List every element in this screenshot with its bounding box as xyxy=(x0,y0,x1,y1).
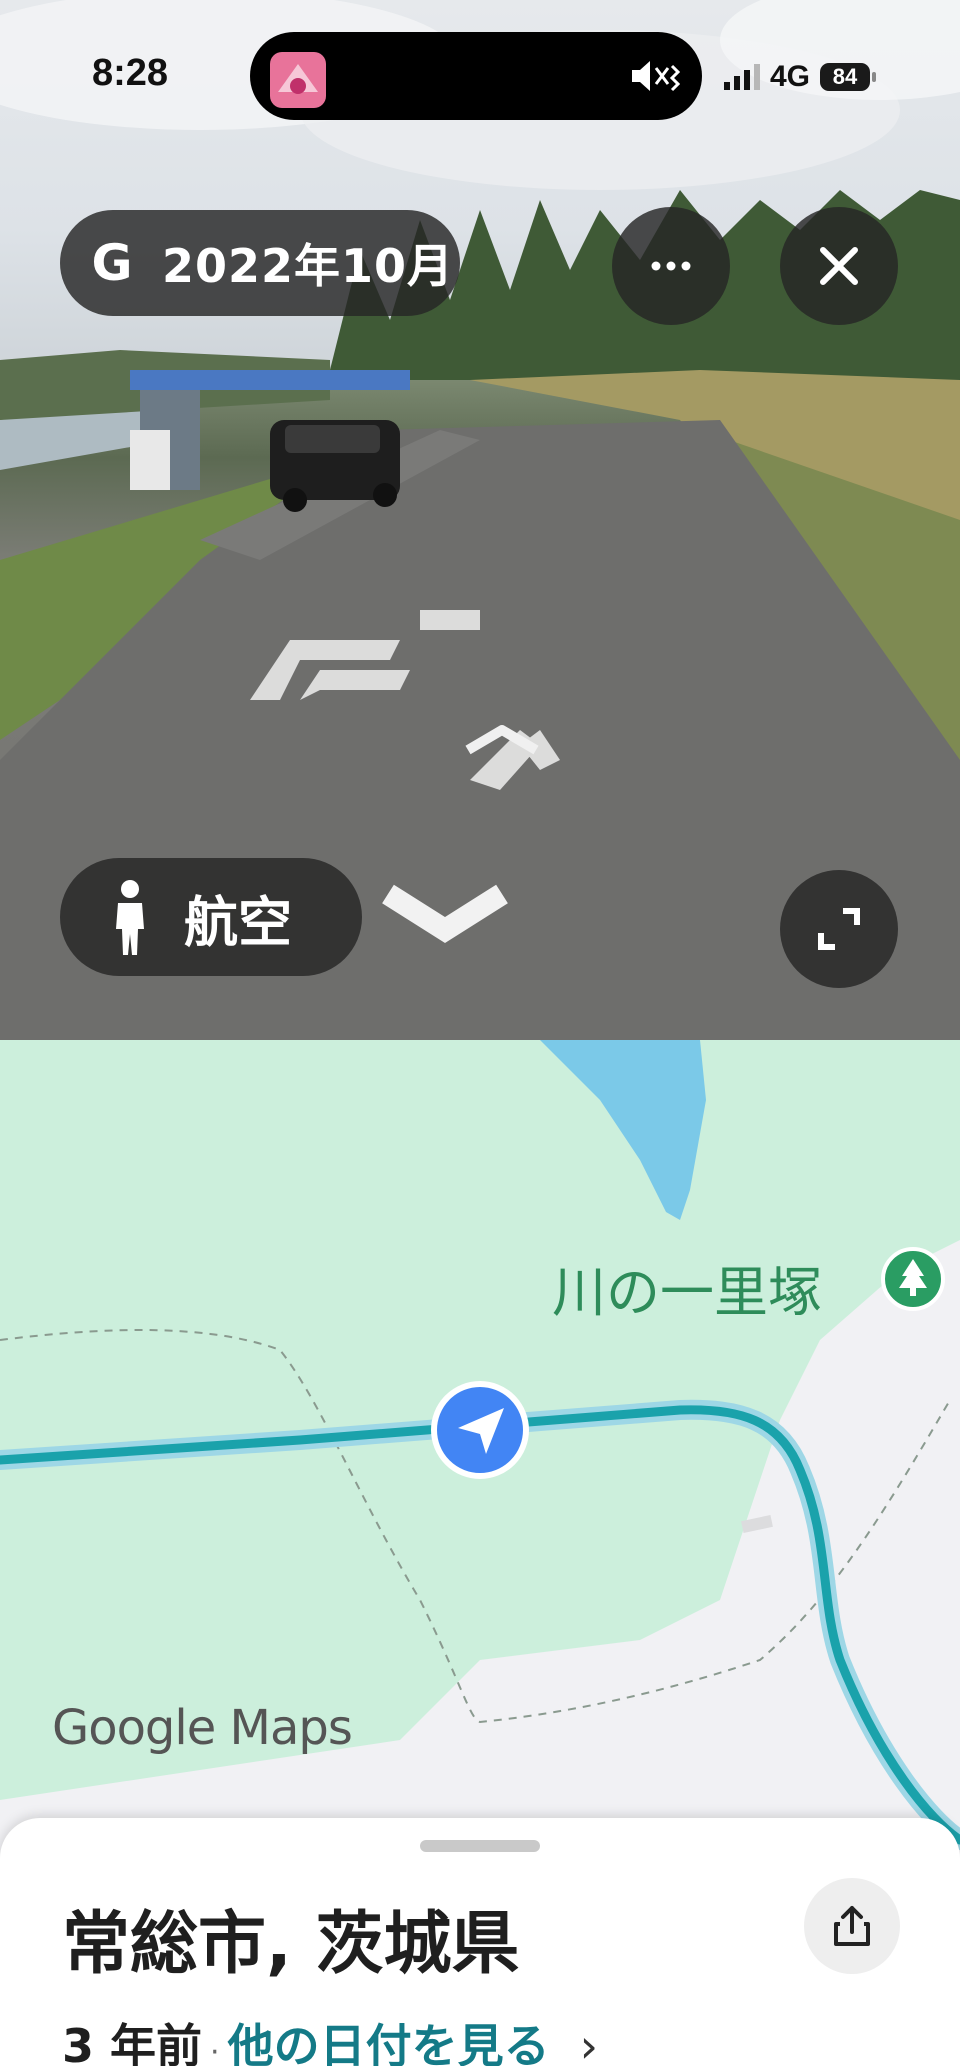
speaker-muted-icon xyxy=(632,61,680,92)
poi-label[interactable]: 川の一里塚 xyxy=(552,1248,822,1327)
share-icon xyxy=(834,1906,870,1946)
move-backward-chevron[interactable] xyxy=(380,880,510,950)
separator-dot: · xyxy=(210,2035,220,2066)
aerial-view-button[interactable]: 航空 xyxy=(60,858,362,976)
close-icon xyxy=(820,247,858,285)
screen: G 2022年10月 航空 8:28 4G 84 川の一里塚 Google Ma… xyxy=(0,0,960,2066)
move-forward-chevron[interactable] xyxy=(462,720,542,760)
sheet-drag-handle[interactable] xyxy=(420,1840,540,1852)
map-view[interactable] xyxy=(0,1040,960,1940)
close-button[interactable] xyxy=(780,207,898,325)
battery-cap-icon xyxy=(872,72,877,82)
imagery-date-row: 3 年前 · 他の日付を見る › xyxy=(62,2010,598,2066)
more-horizontal-icon xyxy=(651,261,691,271)
chevron-right-icon[interactable]: › xyxy=(580,2019,598,2066)
current-location-arrow-icon[interactable] xyxy=(430,1380,530,1480)
imagery-date-label: 2022年10月 xyxy=(162,239,455,293)
place-title: 常総市, 茨城県 xyxy=(62,1905,520,1984)
expand-icon xyxy=(818,908,860,950)
pegman-person-icon xyxy=(116,880,144,955)
now-playing-app-icon xyxy=(270,52,326,108)
imagery-date-chip[interactable]: G 2022年10月 xyxy=(60,210,460,316)
google-g-icon: G xyxy=(91,234,133,292)
fullscreen-button[interactable] xyxy=(780,870,898,988)
battery-level: 84 xyxy=(820,63,871,91)
park-tree-pin-icon[interactable] xyxy=(880,1246,946,1312)
status-indicators: 4G 84 xyxy=(724,60,877,94)
map-canvas xyxy=(0,1040,960,1940)
see-other-dates-link[interactable]: 他の日付を見る xyxy=(228,2010,550,2066)
aerial-view-label: 航空 xyxy=(184,890,292,954)
signal-bars-icon xyxy=(724,64,760,90)
share-button[interactable] xyxy=(804,1878,900,1974)
google-maps-logo: Google Maps xyxy=(52,1700,353,1756)
more-options-button[interactable] xyxy=(612,207,730,325)
status-time: 8:28 xyxy=(92,52,169,94)
street-view-panorama[interactable]: G 2022年10月 航空 xyxy=(0,0,960,1040)
imagery-age: 3 年前 xyxy=(62,2019,203,2066)
network-type: 4G xyxy=(770,60,811,93)
